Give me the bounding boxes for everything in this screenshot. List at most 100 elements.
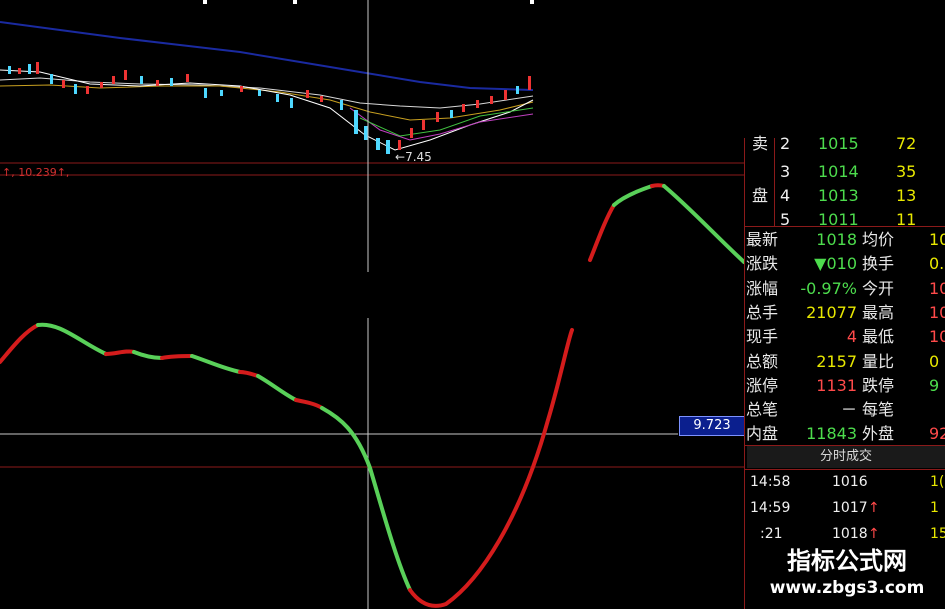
stat-value: 2157 [816,351,857,371]
stat-row: 最新 1018 均价 10 [744,228,945,252]
stat-label: 内盘 [746,424,779,444]
stat-value: 4 [846,327,857,347]
stat-label-2: 每笔 [862,400,895,420]
stat-label-2: 外盘 [862,424,895,444]
quote-panel: 卖 2 1015 72 3 1014 35 盘 4 1013 13 5 1011 11 最新 1018 均价 1… [744,134,945,609]
ask-price: 1013 [818,186,859,205]
tick-time: 14:58 [750,474,791,490]
low-price-label: ←7.45 [395,150,432,164]
tick-arrow: ↑ [868,500,880,516]
stat-value: 11843 [806,424,857,444]
stat-label: 现手 [746,327,779,347]
stat-value-2: 10 [929,302,945,322]
stat-value-2: 10 [929,327,945,347]
curve-segment-down-7 [662,184,746,264]
stat-label: 涨跌 [746,254,779,274]
ask-level-row[interactable]: 卖 2 1015 72 [744,132,945,156]
stat-row: 涨停 1131 跌停 9 [744,374,945,398]
curve-segment-down-3 [190,354,242,374]
curve-segment-up-2 [104,349,136,356]
ask-level-row[interactable]: 3 1014 35 [744,160,945,184]
tick-row[interactable]: :21 1018 ↑ 15 [744,522,945,546]
stat-row: 总笔 －每笔 [744,398,945,422]
tick-row[interactable]: 14:58 1016 1( [744,470,945,494]
stat-label-2: 跌停 [862,375,895,395]
ask-price: 1015 [818,134,859,153]
stat-label: 总笔 [746,400,779,420]
curve-segment-down-2 [132,350,164,360]
stat-label: 涨停 [746,375,779,395]
tick-volume: 1 [930,500,939,516]
stat-value-2: 10 [929,230,945,249]
ma-readout: ↑, 10.239↑, [2,166,70,179]
ma-line-3 [0,69,534,151]
ask-volume: 13 [896,186,917,205]
stat-value-2: 92 [929,424,945,444]
stat-label-2: 今开 [862,278,895,298]
ask-level: 4 [780,186,791,205]
stat-value: 1131 [816,375,857,395]
curve-segment-down-5 [320,406,412,592]
ask-volume: 72 [896,134,917,153]
curve-segment-down-6 [612,184,654,207]
tick-price: 1018 [832,526,868,542]
ask-side-label: 盘 [752,186,769,205]
tick-arrow: ↑ [868,526,880,542]
ask-price: 1014 [818,162,859,181]
curve-segment-up-4 [238,370,260,378]
ma-line-1 [0,77,534,109]
tick-price: 1016 [832,474,868,490]
curve-segment-down-1 [36,322,108,356]
stat-row: 总手 21077 最高 10 [744,301,945,325]
stat-value: ▼010 [814,254,857,274]
stat-value: － [840,400,857,420]
ma-long-line [0,21,534,91]
stat-value: 21077 [806,302,857,322]
ma-line-2 [0,84,534,121]
tick-volume: 15 [930,526,945,542]
stat-label: 最新 [746,230,779,249]
stat-value-2: 0.7 [929,254,945,274]
curve-segment-down-4 [256,374,298,402]
curve-segment-up-6 [408,328,574,608]
stat-value: 1018 [816,230,857,249]
stat-value-2: 10 [929,278,945,298]
indicator-curve [0,183,746,608]
curve-segment-up-5 [294,398,324,410]
stat-label-2: 最低 [862,327,895,347]
stat-row: 涨跌 ▼010换手 0.7 [744,252,945,276]
stat-row: 涨幅 -0.97% 今开 10 [744,277,945,301]
watermark-title: 指标公式网 [787,547,907,575]
stat-label-2: 最高 [862,302,895,322]
curve-segment-up-1 [0,323,40,364]
tick-price: 1017 [832,500,868,516]
watermark: 指标公式网 www.zbgs3.com [752,546,942,606]
ask-side-label: 卖 [752,134,769,153]
stat-value-2: 0 [929,351,940,371]
ask-level: 3 [780,162,791,181]
kline-pane [0,21,744,176]
stat-label: 涨幅 [746,278,779,298]
stat-value-2: 9 [929,375,940,395]
indicator-value-readout: 9.723 [679,416,745,436]
stat-row: 总额 2157 量比 0 [744,350,945,374]
ask-level-row[interactable]: 盘 4 1013 13 [744,184,945,208]
ask-volume: 35 [896,162,917,181]
watermark-url: www.zbgs3.com [769,578,925,598]
stat-row: 内盘 11843 外盘 92 [744,422,945,446]
ticks-tab[interactable]: 分时成交 [747,446,945,468]
tick-volume: 1( [930,474,945,490]
stat-label: 总额 [746,351,779,371]
curve-segment-up-3 [160,354,194,360]
stat-label-2: 换手 [862,254,895,274]
stat-row: 现手 4 最低 10 [744,325,945,349]
tick-time: :21 [760,526,783,542]
ask-level: 2 [780,134,791,153]
stat-value: -0.97% [800,278,857,298]
stat-label-2: 均价 [862,230,895,249]
tick-row[interactable]: 14:59 1017 ↑ 1 [744,496,945,520]
stat-label: 总手 [746,302,779,322]
tick-time: 14:59 [750,500,791,516]
candles [8,62,531,154]
curve-segment-up-7 [588,203,616,262]
